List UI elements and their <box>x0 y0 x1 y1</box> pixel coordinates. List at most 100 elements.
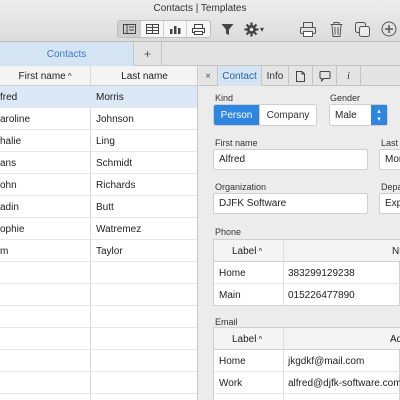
column-header-first-name-label: First name <box>18 70 66 82</box>
phone-table-header: Label ^ Nu <box>214 240 400 262</box>
first-name-cell: m <box>0 245 9 257</box>
detail-tab-bar: × Contact Info i <box>199 66 400 86</box>
column-header-last-name[interactable]: Last name <box>91 66 197 86</box>
phone-column-number[interactable]: Nu <box>392 240 400 262</box>
email-table-header: Label ^ Ad <box>214 328 400 350</box>
phone-label-cell: Main <box>219 289 241 301</box>
email-row[interactable]: Home jkgdkf@mail.com <box>214 350 400 372</box>
kind-label: Kind <box>215 93 234 103</box>
organization-label: Organization <box>215 182 267 192</box>
email-address-cell: alfred@djfk-software.com <box>288 377 400 389</box>
last-name-cell: Schmidt <box>96 157 133 169</box>
email-row[interactable]: Work alfred@djfk-software.com <box>214 372 400 394</box>
column-header-first-name[interactable]: First name ^ <box>0 66 90 86</box>
email-table: Label ^ Ad Home jkgdkf@mail.com Work alf… <box>213 327 400 400</box>
tab-comments[interactable] <box>313 66 337 86</box>
table-row[interactable]: m Taylor <box>0 240 197 262</box>
last-name-cell: Morris <box>96 91 124 103</box>
window-title: Contacts | Templates <box>153 3 247 14</box>
sort-ascending-icon: ^ <box>258 246 263 256</box>
detail-view-icon[interactable] <box>118 21 141 37</box>
phone-section-label: Phone <box>215 227 242 237</box>
empty-row <box>0 262 197 284</box>
table-row[interactable]: ohn Richards <box>0 174 197 196</box>
first-name-field[interactable]: Alfred <box>213 149 368 170</box>
kind-company-option[interactable]: Company <box>259 105 316 125</box>
chart-icon[interactable] <box>164 21 187 37</box>
last-name-cell: Watremez <box>96 223 142 235</box>
empty-row <box>0 372 197 394</box>
document-tab-bar: Contacts + <box>0 42 400 66</box>
last-name-cell: Richards <box>96 179 136 191</box>
table-view-icon[interactable] <box>141 21 164 37</box>
phone-row[interactable]: Home 383299129238 <box>214 262 400 284</box>
empty-row <box>0 306 197 328</box>
trash-icon[interactable] <box>327 19 345 39</box>
email-section-label: Email <box>215 317 238 327</box>
kind-person-option[interactable]: Person <box>214 105 259 125</box>
phone-column-label-text: Label <box>232 245 257 257</box>
tab-contacts[interactable]: Contacts <box>0 42 134 66</box>
department-label: Depa <box>381 182 400 192</box>
contact-detail-panel: × Contact Info i Kind Person Company Gen… <box>199 66 400 400</box>
filter-icon[interactable] <box>219 19 235 39</box>
table-row[interactable]: aroline Johnson <box>0 108 197 130</box>
list-header: First name ^ Last name <box>0 66 197 86</box>
empty-row <box>0 328 197 350</box>
email-column-address[interactable]: Ad <box>390 328 400 350</box>
contacts-list: First name ^ Last name fred Morris aroli… <box>0 66 198 400</box>
print-list-icon[interactable] <box>187 21 210 37</box>
table-row[interactable]: fred Morris <box>0 86 197 108</box>
print-icon[interactable] <box>298 19 318 39</box>
table-row[interactable]: halie Ling <box>0 130 197 152</box>
phone-row[interactable]: Main 015226477890 <box>214 284 400 306</box>
gender-select[interactable]: Male ▴ ▾ <box>329 104 388 126</box>
empty-row <box>0 284 197 306</box>
last-name-label: Last <box>381 138 399 148</box>
tab-contact[interactable]: Contact <box>218 66 262 86</box>
department-field[interactable]: Exp <box>379 193 400 214</box>
table-row[interactable]: ans Schmidt <box>0 152 197 174</box>
window-titlebar: Contacts | Templates ▾ <box>0 0 400 42</box>
document-icon <box>296 70 305 82</box>
select-arrows-icon: ▴ ▾ <box>371 105 387 125</box>
add-icon[interactable] <box>380 19 398 39</box>
last-name-cell: Butt <box>96 201 114 213</box>
phone-column-label[interactable]: Label ^ <box>232 240 262 262</box>
duplicate-icon[interactable] <box>353 19 371 39</box>
sort-ascending-icon: ^ <box>258 334 263 344</box>
phone-number-cell: 015226477890 <box>288 289 355 301</box>
kind-selector[interactable]: Person Company <box>213 104 317 126</box>
tab-italic-info[interactable]: i <box>337 66 361 86</box>
last-name-cell: Ling <box>96 135 115 147</box>
last-name-cell: Johnson <box>96 113 134 125</box>
first-name-cell: ophie <box>0 223 25 235</box>
tab-note[interactable] <box>289 66 313 86</box>
first-name-cell: fred <box>0 91 18 103</box>
email-column-label[interactable]: Label ^ <box>232 328 262 350</box>
gear-menu-chevron-icon: ▾ <box>259 24 264 34</box>
gender-label: Gender <box>330 93 361 103</box>
email-address-cell: jkgdkf@mail.com <box>288 355 365 367</box>
email-label-cell: Work <box>219 377 243 389</box>
email-column-label-text: Label <box>232 333 257 345</box>
last-name-cell: Taylor <box>96 245 123 257</box>
view-switcher[interactable] <box>117 20 211 38</box>
first-name-cell: adin <box>0 201 19 213</box>
close-tab-button[interactable]: × <box>199 66 218 86</box>
email-label-cell: Home <box>219 355 246 367</box>
speech-bubble-icon <box>319 70 330 82</box>
first-name-label: First name <box>215 138 258 148</box>
table-row[interactable]: ophie Watremez <box>0 218 197 240</box>
sort-ascending-icon: ^ <box>67 71 72 81</box>
phone-label-cell: Home <box>219 267 246 279</box>
tab-info[interactable]: Info <box>262 66 289 86</box>
last-name-field[interactable]: Mor <box>379 149 400 170</box>
add-tab-button[interactable]: + <box>134 42 162 66</box>
table-row[interactable]: adin Butt <box>0 196 197 218</box>
gear-icon[interactable]: ▾ <box>241 19 267 39</box>
first-name-cell: ans <box>0 157 17 169</box>
first-name-cell: halie <box>0 135 22 147</box>
first-name-cell: aroline <box>0 113 31 125</box>
organization-field[interactable]: DJFK Software <box>213 193 368 214</box>
